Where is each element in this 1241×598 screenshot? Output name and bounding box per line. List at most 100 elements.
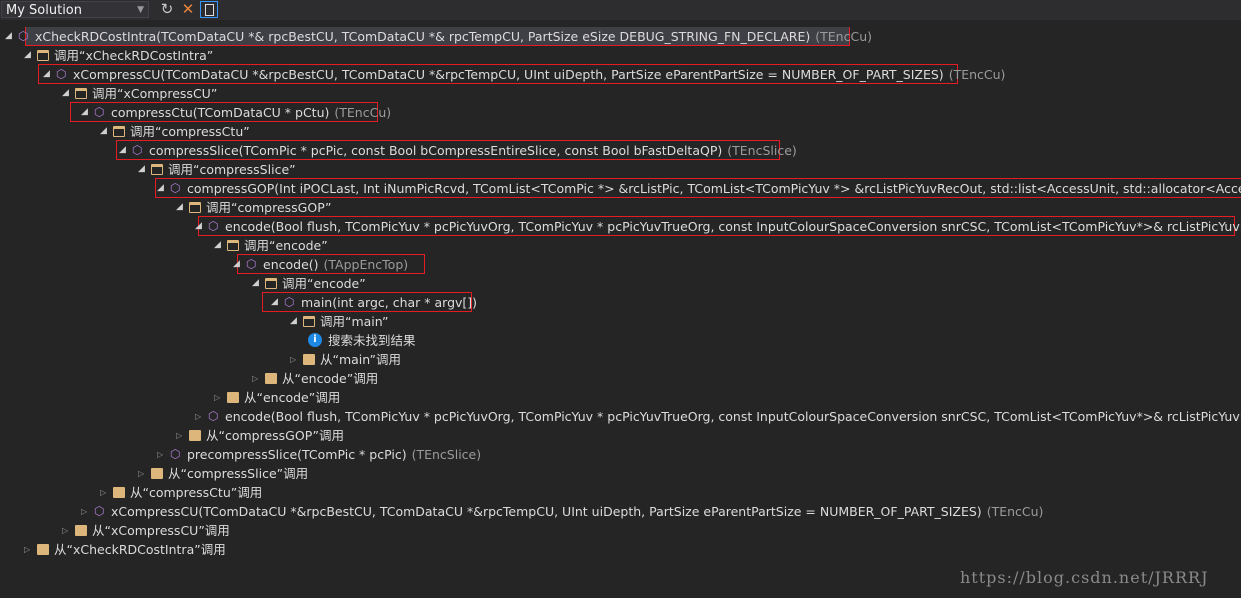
collapsed-arrow-icon[interactable]: ▷: [214, 388, 224, 407]
method-icon: ⬡: [56, 67, 67, 81]
close-icon[interactable]: ✕: [179, 1, 197, 18]
expanded-arrow-icon[interactable]: ◢: [157, 179, 167, 198]
details-pane-icon[interactable]: [200, 1, 218, 18]
folder-open-icon: [151, 164, 163, 175]
tree-item-group[interactable]: ◢ 调用“compressCtu”: [0, 122, 1241, 141]
expanded-arrow-icon[interactable]: ◢: [138, 160, 148, 179]
tree-item-method[interactable]: ▷ ⬡ xCompressCU(TComDataCU *&rpcBestCU, TC…: [0, 502, 1241, 521]
tree-item-method[interactable]: ◢ ⬡ xCheckRDCostIntra(TComDataCU *& rpcBes…: [0, 27, 1241, 46]
item-text: precompressSlice(TComPic * pcPic): [187, 447, 407, 462]
item-text: encode(Bool flush, TComPicYuv * pcPicYuv…: [225, 219, 1241, 234]
folder-icon: [75, 525, 87, 536]
tree-item-group[interactable]: ◢ 调用“compressSlice”: [0, 160, 1241, 179]
collapsed-arrow-icon[interactable]: ▷: [290, 350, 300, 369]
item-text: 调用“xCompressCU”: [92, 86, 218, 101]
method-icon: ⬡: [208, 409, 219, 423]
method-icon: ⬡: [208, 219, 219, 233]
tree-item-message[interactable]: i 搜索未找到结果: [0, 331, 1241, 350]
tree-item-group[interactable]: ▷ 从“xCheckRDCostIntra”调用: [0, 540, 1241, 559]
expanded-arrow-icon[interactable]: ◢: [24, 46, 34, 65]
folder-icon: [151, 468, 163, 479]
tree-item-label: xCompressCU(TComDataCU *&rpcBestCU, TCom…: [111, 502, 1043, 521]
expanded-arrow-icon[interactable]: ◢: [81, 103, 91, 122]
tree-item-group[interactable]: ▷ 从“xCompressCU”调用: [0, 521, 1241, 540]
tree-item-group[interactable]: ▷ 从“main”调用: [0, 350, 1241, 369]
refresh-icon[interactable]: ↻: [158, 1, 176, 18]
collapsed-arrow-icon[interactable]: ▷: [176, 426, 186, 445]
item-text: 从“encode”调用: [244, 390, 341, 405]
tree-item-label: 从“main”调用: [320, 350, 401, 369]
item-text: 调用“compressCtu”: [130, 124, 250, 139]
tree-item-group[interactable]: ◢ 调用“compressGOP”: [0, 198, 1241, 217]
folder-icon: [189, 430, 201, 441]
tree-item-group[interactable]: ◢ 调用“encode”: [0, 236, 1241, 255]
collapsed-arrow-icon[interactable]: ▷: [252, 369, 262, 388]
method-icon: ⬡: [284, 295, 295, 309]
tree-item-method[interactable]: ◢ ⬡ main(int argc, char * argv[]): [0, 292, 1241, 312]
method-icon: ⬡: [94, 504, 105, 518]
tree-item-group[interactable]: ▷ 从“compressSlice”调用: [0, 464, 1241, 483]
class-name: (TAppEncTop): [323, 257, 409, 272]
tree-item-label: xCompressCU(TComDataCU *&rpcBestCU, TCom…: [73, 65, 1005, 84]
tree-item-method[interactable]: ◢ ⬡ compressGOP(Int iPOCLast, Int iNumPicR…: [0, 178, 1241, 198]
item-text: 从“encode”调用: [282, 371, 379, 386]
folder-open-icon: [75, 88, 87, 99]
tree-item-method[interactable]: ◢ ⬡ encode(Bool flush, TComPicYuv * pcPicY…: [0, 216, 1241, 236]
item-text: compressSlice(TComPic * pcPic, const Boo…: [149, 143, 723, 158]
tree-item-group[interactable]: ▷ 从“encode”调用: [0, 369, 1241, 388]
expanded-arrow-icon[interactable]: ◢: [290, 312, 300, 331]
collapsed-arrow-icon[interactable]: ▷: [195, 407, 205, 426]
tree-item-group[interactable]: ▷ 从“compressGOP”调用: [0, 426, 1241, 445]
item-text: 从“compressSlice”调用: [168, 466, 309, 481]
tree-item-group[interactable]: ◢ 调用“xCheckRDCostIntra”: [0, 46, 1241, 65]
item-text: xCheckRDCostIntra(TComDataCU *& rpcBestC…: [35, 29, 811, 44]
expanded-arrow-icon[interactable]: ◢: [43, 65, 53, 84]
collapsed-arrow-icon[interactable]: ▷: [157, 445, 167, 464]
expanded-arrow-icon[interactable]: ◢: [119, 141, 129, 160]
method-icon: ⬡: [18, 29, 29, 43]
collapsed-arrow-icon[interactable]: ▷: [138, 464, 148, 483]
method-icon: ⬡: [170, 181, 181, 195]
collapsed-arrow-icon[interactable]: ▷: [100, 483, 110, 502]
tree-item-group[interactable]: ◢ 调用“encode”: [0, 274, 1241, 293]
expanded-arrow-icon[interactable]: ◢: [5, 27, 15, 46]
expanded-arrow-icon[interactable]: ◢: [100, 122, 110, 141]
tree-item-label: 调用“compressGOP”: [206, 198, 331, 217]
tree-item-group[interactable]: ◢ 调用“main”: [0, 312, 1241, 331]
tree-item-method[interactable]: ◢ ⬡ compressCtu(TComDataCU * pCtu) (TEncCu): [0, 102, 1241, 122]
expanded-arrow-icon[interactable]: ◢: [214, 236, 224, 255]
collapsed-arrow-icon[interactable]: ▷: [81, 502, 91, 521]
tree-item-group[interactable]: ◢ 调用“xCompressCU”: [0, 84, 1241, 103]
expanded-arrow-icon[interactable]: ◢: [271, 293, 281, 312]
item-text: 调用“xCheckRDCostIntra”: [54, 48, 214, 63]
tree-item-group[interactable]: ▷ 从“encode”调用: [0, 388, 1241, 407]
tree-item-label: precompressSlice(TComPic * pcPic) (TEncSl…: [187, 445, 481, 464]
tree-item-group[interactable]: ▷ 从“compressCtu”调用: [0, 483, 1241, 502]
scope-dropdown[interactable]: My Solution ▼: [1, 1, 149, 18]
item-text: encode(): [263, 257, 319, 272]
expanded-arrow-icon[interactable]: ◢: [233, 255, 243, 274]
tree-item-method[interactable]: ▷ ⬡ encode(Bool flush, TComPicYuv * pcPicY…: [0, 407, 1241, 426]
item-text: 从“main”调用: [320, 352, 401, 367]
expanded-arrow-icon[interactable]: ◢: [195, 217, 205, 236]
collapsed-arrow-icon[interactable]: ▷: [24, 540, 34, 559]
folder-icon: [303, 354, 315, 365]
item-text: xCompressCU(TComDataCU *&rpcBestCU, TCom…: [73, 67, 944, 82]
item-text: 从“compressCtu”调用: [130, 485, 263, 500]
collapsed-arrow-icon[interactable]: ▷: [62, 521, 72, 540]
expanded-arrow-icon[interactable]: ◢: [62, 84, 72, 103]
tree-item-method[interactable]: ◢ ⬡ encode() (TAppEncTop): [0, 254, 1241, 274]
item-text: 调用“encode”: [282, 276, 366, 291]
class-name: (TEncCu): [986, 504, 1044, 519]
folder-open-icon: [37, 50, 49, 61]
tree-item-method[interactable]: ◢ ⬡ xCompressCU(TComDataCU *&rpcBestCU, TC…: [0, 64, 1241, 84]
class-name: (TEncSlice): [727, 143, 797, 158]
expanded-arrow-icon[interactable]: ◢: [176, 198, 186, 217]
tree-item-method[interactable]: ▷ ⬡ precompressSlice(TComPic * pcPic) (TEnc…: [0, 445, 1241, 464]
tree-item-label: 搜索未找到结果: [328, 331, 416, 350]
tree-item-label: 调用“compressSlice”: [168, 160, 296, 179]
tree-item-label: 调用“main”: [320, 312, 389, 331]
expanded-arrow-icon[interactable]: ◢: [252, 274, 262, 293]
folder-icon: [113, 487, 125, 498]
tree-item-method[interactable]: ◢ ⬡ compressSlice(TComPic * pcPic, const B…: [0, 140, 1241, 160]
